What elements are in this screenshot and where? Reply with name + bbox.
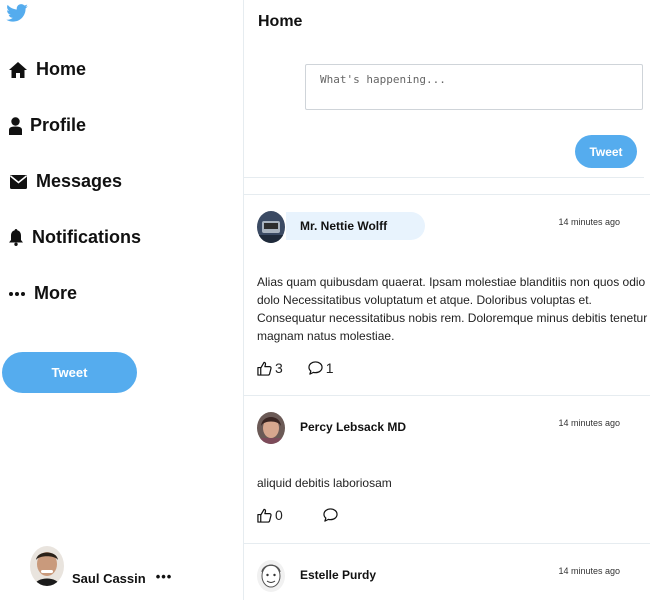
thumbs-up-icon [257, 508, 272, 523]
like-count: 0 [275, 507, 283, 523]
like-button[interactable]: 0 [257, 507, 283, 523]
tweet-author[interactable]: Mr. Nettie Wolff [286, 212, 425, 240]
avatar[interactable] [257, 560, 285, 592]
tweet-item[interactable]: Percy Lebsack MD 14 minutes ago aliquid … [244, 396, 650, 543]
tweet-author[interactable]: Estelle Purdy [300, 568, 376, 582]
like-button[interactable]: 3 [257, 360, 283, 376]
home-icon [8, 60, 28, 80]
avatar[interactable] [30, 546, 64, 586]
tweet-actions: 3 1 [257, 360, 334, 376]
tweet-timestamp: 14 minutes ago [558, 566, 620, 576]
user-menu-button[interactable]: ••• [156, 569, 173, 584]
sidebar-item-more[interactable]: More [8, 283, 77, 304]
sidebar-item-label: Messages [36, 171, 123, 191]
compose-tweet-button[interactable]: Tweet [575, 135, 637, 168]
sidebar: Home Profile Messages Notifications More… [0, 0, 244, 600]
sidebar-item-home[interactable]: Home [8, 59, 86, 80]
comment-button[interactable] [323, 508, 341, 522]
tweet-composer-input[interactable] [305, 64, 643, 110]
main-feed: Home Tweet Mr. Nettie Wolff 14 minutes a… [244, 0, 650, 600]
bell-icon [8, 228, 24, 248]
tweet-text: aliquid debitis laboriosam [257, 476, 392, 490]
sidebar-item-label: Profile [30, 115, 87, 135]
like-count: 3 [275, 360, 283, 376]
tweet-actions: 0 [257, 507, 341, 523]
avatar[interactable] [257, 412, 285, 444]
ellipsis-icon [8, 284, 26, 304]
tweet-timestamp: 14 minutes ago [558, 418, 620, 428]
user-icon [8, 116, 22, 136]
sidebar-item-label: More [34, 283, 78, 303]
avatar[interactable] [257, 211, 285, 243]
current-user-name: Saul Cassin [72, 571, 146, 586]
sidebar-tweet-button[interactable]: Tweet [2, 352, 137, 393]
sidebar-item-notifications[interactable]: Notifications [8, 227, 141, 248]
sidebar-item-label: Home [36, 59, 87, 79]
comment-button[interactable]: 1 [308, 360, 334, 376]
page-title: Home [258, 13, 303, 30]
comment-count: 1 [325, 360, 334, 376]
thumbs-up-icon [257, 361, 272, 376]
sidebar-item-messages[interactable]: Messages [8, 171, 122, 192]
sidebar-item-label: Notifications [32, 227, 142, 247]
twitter-bird-icon[interactable] [6, 4, 28, 22]
tweet-timestamp: 14 minutes ago [558, 217, 620, 227]
comment-icon [308, 361, 323, 375]
tweet-author[interactable]: Percy Lebsack MD [300, 420, 406, 434]
current-user[interactable]: Saul Cassin ••• [30, 546, 172, 586]
tweet-item[interactable]: Estelle Purdy 14 minutes ago [244, 544, 650, 600]
sidebar-item-profile[interactable]: Profile [8, 115, 86, 136]
tweet-text: Alias quam quibusdam quaerat. Ipsam mole… [257, 275, 648, 343]
tweet-item[interactable]: Mr. Nettie Wolff 14 minutes ago Alias qu… [244, 195, 650, 395]
comment-icon [323, 508, 338, 522]
envelope-icon [8, 172, 28, 192]
divider [244, 177, 644, 178]
